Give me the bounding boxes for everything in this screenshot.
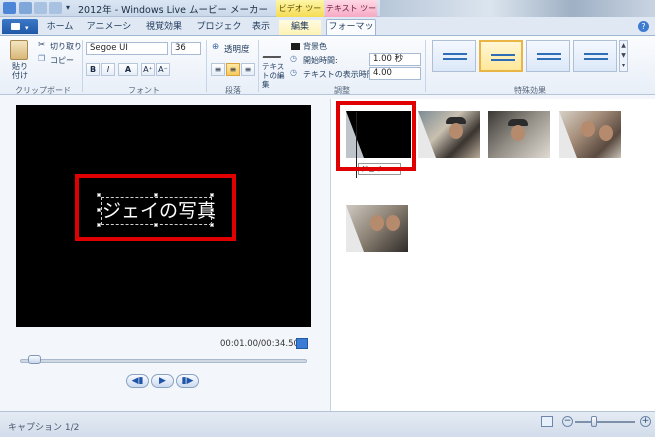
ribbon-tab-row: ▾ ホーム アニメーション 視覚効果 プロジェクト 表示 編集 フォーマット ? xyxy=(0,17,655,46)
group-label-font: フォント xyxy=(128,86,160,95)
start-time-input[interactable]: 1.00 秒 xyxy=(369,53,421,66)
start-time-label: 開始時間: xyxy=(303,56,338,65)
next-frame-button[interactable]: ▮▶ xyxy=(176,374,199,388)
seek-thumb[interactable] xyxy=(28,355,42,364)
clock-icon: ◷ xyxy=(290,68,297,77)
clip-thumbnail[interactable] xyxy=(418,111,480,158)
group-label-clipboard: クリップボード xyxy=(15,86,71,95)
context-tab-text-tools: テキスト ツール xyxy=(325,0,377,30)
transition-marker xyxy=(559,111,577,158)
copy-button[interactable]: コピー xyxy=(50,55,74,66)
transition-marker xyxy=(418,111,436,158)
tab-project[interactable]: プロジェクト xyxy=(194,20,244,46)
save-icon[interactable] xyxy=(19,2,32,14)
edit-text-icon[interactable] xyxy=(262,40,286,58)
effects-gallery-scroll[interactable]: ▲ ▼ ▾ xyxy=(619,40,628,72)
group-label-paragraph: 段落 xyxy=(225,86,241,95)
status-bar: キャプション 1/2 xyxy=(0,411,655,437)
redo-icon[interactable] xyxy=(49,2,62,14)
zoom-out-icon[interactable]: − xyxy=(562,416,573,427)
tab-animation[interactable]: アニメーション xyxy=(84,20,134,46)
highlight-box xyxy=(75,174,236,241)
group-label-adjust: 調整 xyxy=(334,86,350,95)
divider xyxy=(82,40,83,92)
zoom-in-icon[interactable]: + xyxy=(640,416,651,427)
play-icon: ▶ xyxy=(159,376,166,386)
effect-selected[interactable] xyxy=(479,40,523,72)
context-tab-video-tools: ビデオ ツール xyxy=(276,0,324,30)
divider xyxy=(206,40,207,92)
tab-edit[interactable]: 編集 xyxy=(279,20,321,35)
zoom-thumb[interactable] xyxy=(591,416,597,427)
tab-visual-effects[interactable]: 視覚効果 xyxy=(142,20,186,35)
effect-none[interactable] xyxy=(432,40,476,72)
clock-icon: ◷ xyxy=(290,54,297,63)
cut-button[interactable]: 切り取り xyxy=(50,41,82,52)
bg-color-swatch[interactable] xyxy=(291,43,300,50)
previous-icon: ◀▮ xyxy=(131,376,144,386)
divider xyxy=(425,40,426,92)
ribbon: 貼り付け ✂ 切り取り ❐ コピー クリップボード Segoe UI 36 B … xyxy=(0,35,655,95)
paste-icon[interactable] xyxy=(10,40,28,60)
menu-icon xyxy=(11,23,20,30)
chevron-down-icon: ▾ xyxy=(25,24,29,32)
align-left-button[interactable]: ≡ xyxy=(211,63,225,76)
quick-access-dropdown-icon[interactable]: ▾ xyxy=(66,3,70,12)
next-icon: ▮▶ xyxy=(181,376,194,386)
duration-label: テキストの表示時間: xyxy=(303,70,378,79)
file-menu-button[interactable]: ▾ xyxy=(2,19,38,34)
desktop-background xyxy=(380,0,655,17)
undo-icon[interactable] xyxy=(34,2,47,14)
scissors-icon[interactable]: ✂ xyxy=(38,40,45,50)
tab-home[interactable]: ホーム xyxy=(44,20,76,35)
app-menu-icon[interactable] xyxy=(3,2,16,14)
title-bar: ▾ 2012年 - Windows Live ムービー メーカー ビデオ ツール… xyxy=(0,0,655,30)
tab-view[interactable]: 表示 xyxy=(247,20,275,35)
font-family-select[interactable]: Segoe UI xyxy=(86,42,168,55)
timecode: 00:01.00/00:34.50 xyxy=(220,339,299,349)
zoom-slider[interactable] xyxy=(575,421,635,423)
highlight-box xyxy=(336,101,416,171)
divider xyxy=(258,40,259,92)
previous-frame-button[interactable]: ◀▮ xyxy=(126,374,149,388)
play-button[interactable]: ▶ xyxy=(151,374,174,388)
align-right-button[interactable]: ≡ xyxy=(241,63,255,76)
clip-thumbnail[interactable] xyxy=(559,111,621,158)
tab-format[interactable]: フォーマット xyxy=(326,19,376,46)
thumbnail-size-icon[interactable] xyxy=(541,416,553,427)
bold-button[interactable]: B xyxy=(86,63,100,76)
effect-fly-in[interactable] xyxy=(526,40,570,72)
font-color-button[interactable]: A xyxy=(118,63,138,76)
transition-marker xyxy=(346,205,364,252)
seek-bar[interactable] xyxy=(20,359,307,363)
fullscreen-icon[interactable] xyxy=(296,338,308,349)
window-title: 2012年 - Windows Live ムービー メーカー xyxy=(78,5,269,16)
shrink-font-button[interactable]: A⁻ xyxy=(156,63,170,76)
duration-input[interactable]: 4.00 xyxy=(369,67,421,80)
italic-button[interactable]: I xyxy=(101,63,115,76)
clip-thumbnail[interactable] xyxy=(488,111,550,158)
transparency-button[interactable]: 透明度 xyxy=(224,43,250,55)
grow-font-button[interactable]: A⁺ xyxy=(141,63,155,76)
app-window: ▾ 2012年 - Windows Live ムービー メーカー ビデオ ツール… xyxy=(0,0,655,437)
copy-icon[interactable]: ❐ xyxy=(38,54,45,63)
effect-slide[interactable] xyxy=(573,40,617,72)
clip-thumbnail[interactable] xyxy=(346,205,408,252)
bg-color-button[interactable]: 背景色 xyxy=(303,41,327,52)
font-size-select[interactable]: 36 xyxy=(171,42,201,55)
group-label-effects: 特殊効果 xyxy=(514,86,546,95)
transparency-icon[interactable]: ⊕ xyxy=(212,42,219,52)
align-center-button[interactable]: ≡ xyxy=(226,63,240,76)
status-text: キャプション 1/2 xyxy=(8,423,80,433)
paste-label[interactable]: 貼り付け xyxy=(12,62,28,80)
help-icon[interactable]: ? xyxy=(638,21,649,32)
